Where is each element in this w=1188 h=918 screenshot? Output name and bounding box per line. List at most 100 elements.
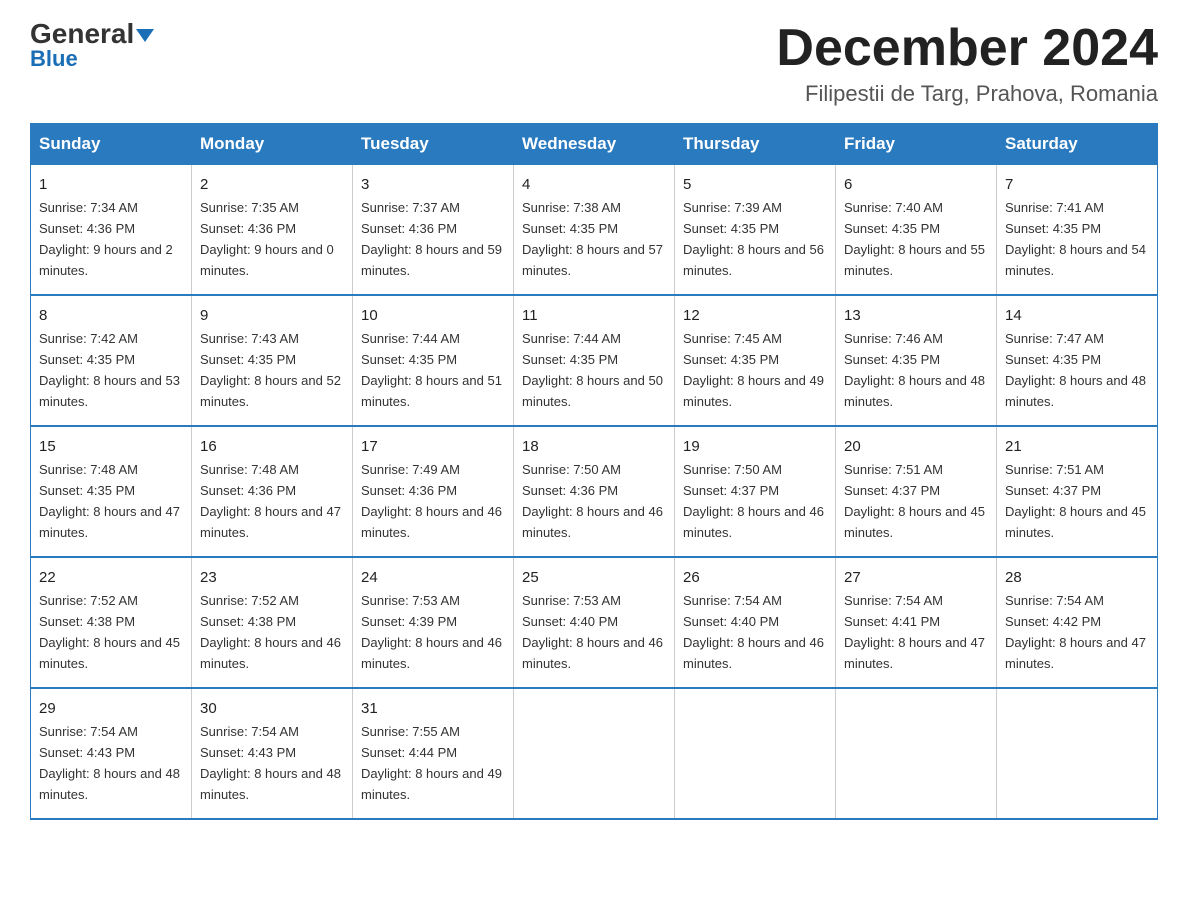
day-number: 22	[39, 566, 183, 589]
day-info: Sunrise: 7:37 AMSunset: 4:36 PMDaylight:…	[361, 200, 502, 278]
table-row: 1 Sunrise: 7:34 AMSunset: 4:36 PMDaylight…	[31, 165, 192, 295]
table-row	[675, 688, 836, 819]
table-row: 26 Sunrise: 7:54 AMSunset: 4:40 PMDayligh…	[675, 557, 836, 688]
day-info: Sunrise: 7:47 AMSunset: 4:35 PMDaylight:…	[1005, 331, 1146, 409]
day-info: Sunrise: 7:52 AMSunset: 4:38 PMDaylight:…	[200, 593, 341, 671]
day-info: Sunrise: 7:48 AMSunset: 4:35 PMDaylight:…	[39, 462, 180, 540]
table-row: 30Sunrise: 7:54 AMSunset: 4:43 PMDayligh…	[192, 688, 353, 819]
day-info: Sunrise: 7:54 AMSunset: 4:43 PMDaylight:…	[200, 724, 341, 802]
logo: General Blue	[30, 20, 154, 72]
day-number: 11	[522, 304, 666, 327]
title-area: December 2024 Filipestii de Targ, Prahov…	[776, 20, 1158, 107]
day-number: 12	[683, 304, 827, 327]
day-number: 13	[844, 304, 988, 327]
day-info: Sunrise: 7:43 AMSunset: 4:35 PMDaylight:…	[200, 331, 341, 409]
day-number: 28	[1005, 566, 1149, 589]
table-row: 10 Sunrise: 7:44 AMSunset: 4:35 PMDayligh…	[353, 295, 514, 426]
col-tuesday: Tuesday	[353, 124, 514, 165]
table-row: 29 Sunrise: 7:54 AMSunset: 4:43 PMDayligh…	[31, 688, 192, 819]
month-title: December 2024	[776, 20, 1158, 77]
table-row: 25Sunrise: 7:53 AMSunset: 4:40 PMDayligh…	[514, 557, 675, 688]
day-info: Sunrise: 7:50 AMSunset: 4:36 PMDaylight:…	[522, 462, 663, 540]
day-info: Sunrise: 7:54 AMSunset: 4:41 PMDaylight:…	[844, 593, 985, 671]
day-number: 4	[522, 173, 666, 196]
day-number: 3	[361, 173, 505, 196]
table-row: 23 Sunrise: 7:52 AMSunset: 4:38 PMDayligh…	[192, 557, 353, 688]
location: Filipestii de Targ, Prahova, Romania	[776, 81, 1158, 107]
day-info: Sunrise: 7:34 AMSunset: 4:36 PMDaylight:…	[39, 200, 173, 278]
table-row: 3 Sunrise: 7:37 AMSunset: 4:36 PMDaylight…	[353, 165, 514, 295]
table-row: 20Sunrise: 7:51 AMSunset: 4:37 PMDayligh…	[836, 426, 997, 557]
day-info: Sunrise: 7:55 AMSunset: 4:44 PMDaylight:…	[361, 724, 502, 802]
day-info: Sunrise: 7:38 AMSunset: 4:35 PMDaylight:…	[522, 200, 663, 278]
calendar-week-row: 8 Sunrise: 7:42 AMSunset: 4:35 PMDaylight…	[31, 295, 1158, 426]
table-row: 4 Sunrise: 7:38 AMSunset: 4:35 PMDaylight…	[514, 165, 675, 295]
day-info: Sunrise: 7:45 AMSunset: 4:35 PMDaylight:…	[683, 331, 824, 409]
day-info: Sunrise: 7:46 AMSunset: 4:35 PMDaylight:…	[844, 331, 985, 409]
day-number: 21	[1005, 435, 1149, 458]
table-row: 8 Sunrise: 7:42 AMSunset: 4:35 PMDaylight…	[31, 295, 192, 426]
day-number: 20	[844, 435, 988, 458]
col-sunday: Sunday	[31, 124, 192, 165]
day-number: 10	[361, 304, 505, 327]
table-row: 28 Sunrise: 7:54 AMSunset: 4:42 PMDayligh…	[997, 557, 1158, 688]
col-monday: Monday	[192, 124, 353, 165]
day-number: 2	[200, 173, 344, 196]
day-info: Sunrise: 7:35 AMSunset: 4:36 PMDaylight:…	[200, 200, 334, 278]
day-number: 17	[361, 435, 505, 458]
table-row: 2 Sunrise: 7:35 AMSunset: 4:36 PMDaylight…	[192, 165, 353, 295]
day-number: 23	[200, 566, 344, 589]
day-info: Sunrise: 7:44 AMSunset: 4:35 PMDaylight:…	[522, 331, 663, 409]
table-row: 11 Sunrise: 7:44 AMSunset: 4:35 PMDayligh…	[514, 295, 675, 426]
table-row: 5Sunrise: 7:39 AMSunset: 4:35 PMDaylight…	[675, 165, 836, 295]
table-row: 6 Sunrise: 7:40 AMSunset: 4:35 PMDaylight…	[836, 165, 997, 295]
day-info: Sunrise: 7:49 AMSunset: 4:36 PMDaylight:…	[361, 462, 502, 540]
day-number: 26	[683, 566, 827, 589]
day-info: Sunrise: 7:54 AMSunset: 4:43 PMDaylight:…	[39, 724, 180, 802]
table-row: 9Sunrise: 7:43 AMSunset: 4:35 PMDaylight…	[192, 295, 353, 426]
day-info: Sunrise: 7:54 AMSunset: 4:42 PMDaylight:…	[1005, 593, 1146, 671]
col-friday: Friday	[836, 124, 997, 165]
calendar-week-row: 22 Sunrise: 7:52 AMSunset: 4:38 PMDayligh…	[31, 557, 1158, 688]
table-row	[997, 688, 1158, 819]
table-row: 7 Sunrise: 7:41 AMSunset: 4:35 PMDaylight…	[997, 165, 1158, 295]
day-info: Sunrise: 7:39 AMSunset: 4:35 PMDaylight:…	[683, 200, 824, 278]
day-number: 29	[39, 697, 183, 720]
table-row: 17 Sunrise: 7:49 AMSunset: 4:36 PMDayligh…	[353, 426, 514, 557]
day-number: 19	[683, 435, 827, 458]
calendar-header-row: Sunday Monday Tuesday Wednesday Thursday…	[31, 124, 1158, 165]
logo-blue: Blue	[30, 46, 78, 72]
day-number: 14	[1005, 304, 1149, 327]
table-row: 16Sunrise: 7:48 AMSunset: 4:36 PMDayligh…	[192, 426, 353, 557]
table-row: 31Sunrise: 7:55 AMSunset: 4:44 PMDayligh…	[353, 688, 514, 819]
table-row: 21 Sunrise: 7:51 AMSunset: 4:37 PMDayligh…	[997, 426, 1158, 557]
day-info: Sunrise: 7:42 AMSunset: 4:35 PMDaylight:…	[39, 331, 180, 409]
table-row: 22 Sunrise: 7:52 AMSunset: 4:38 PMDayligh…	[31, 557, 192, 688]
page-header: General Blue December 2024 Filipestii de…	[30, 20, 1158, 107]
calendar-table: Sunday Monday Tuesday Wednesday Thursday…	[30, 123, 1158, 820]
day-number: 27	[844, 566, 988, 589]
col-wednesday: Wednesday	[514, 124, 675, 165]
day-number: 7	[1005, 173, 1149, 196]
day-number: 25	[522, 566, 666, 589]
day-info: Sunrise: 7:40 AMSunset: 4:35 PMDaylight:…	[844, 200, 985, 278]
day-info: Sunrise: 7:41 AMSunset: 4:35 PMDaylight:…	[1005, 200, 1146, 278]
calendar-week-row: 29 Sunrise: 7:54 AMSunset: 4:43 PMDayligh…	[31, 688, 1158, 819]
day-number: 18	[522, 435, 666, 458]
day-info: Sunrise: 7:52 AMSunset: 4:38 PMDaylight:…	[39, 593, 180, 671]
table-row: 13 Sunrise: 7:46 AMSunset: 4:35 PMDayligh…	[836, 295, 997, 426]
day-info: Sunrise: 7:51 AMSunset: 4:37 PMDaylight:…	[1005, 462, 1146, 540]
day-number: 15	[39, 435, 183, 458]
day-info: Sunrise: 7:54 AMSunset: 4:40 PMDaylight:…	[683, 593, 824, 671]
day-info: Sunrise: 7:48 AMSunset: 4:36 PMDaylight:…	[200, 462, 341, 540]
table-row: 27 Sunrise: 7:54 AMSunset: 4:41 PMDayligh…	[836, 557, 997, 688]
table-row	[514, 688, 675, 819]
day-number: 1	[39, 173, 183, 196]
table-row: 14 Sunrise: 7:47 AMSunset: 4:35 PMDayligh…	[997, 295, 1158, 426]
table-row	[836, 688, 997, 819]
day-info: Sunrise: 7:53 AMSunset: 4:39 PMDaylight:…	[361, 593, 502, 671]
day-number: 6	[844, 173, 988, 196]
day-number: 8	[39, 304, 183, 327]
day-info: Sunrise: 7:44 AMSunset: 4:35 PMDaylight:…	[361, 331, 502, 409]
table-row: 19Sunrise: 7:50 AMSunset: 4:37 PMDayligh…	[675, 426, 836, 557]
